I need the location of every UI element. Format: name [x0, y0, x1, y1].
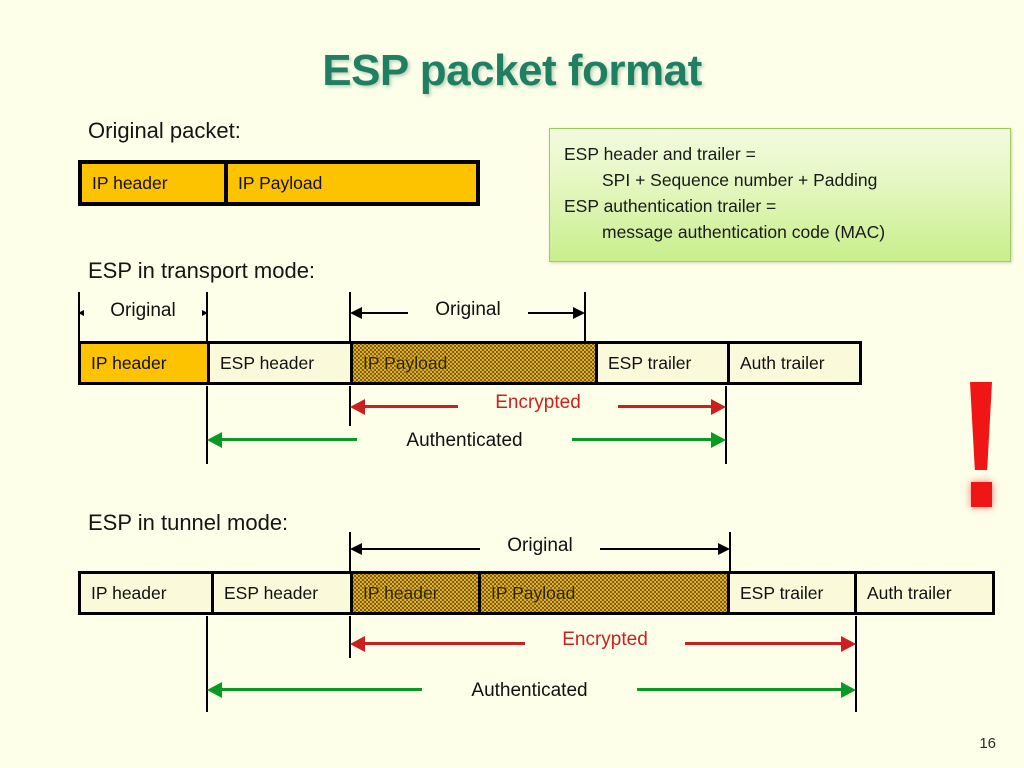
tunnel-seg-auth-trailer-label: Auth trailer — [867, 582, 952, 603]
tunnel-span-encrypted: Encrypted — [350, 629, 856, 656]
tunnel-seg-auth-trailer: Auth trailer — [857, 574, 992, 612]
tunnel-mode-caption: ESP in tunnel mode: — [88, 510, 289, 535]
original-seg-ip-header: IP header — [82, 164, 228, 202]
arrow-head-right-icon — [841, 636, 856, 652]
page-number: 16 — [979, 735, 996, 752]
original-packet-bar: IP header IP Payload — [78, 160, 480, 206]
transport-span-original-outer: Original — [78, 300, 208, 324]
original-seg-ip-payload: IP Payload — [228, 164, 476, 202]
transport-mode-caption: ESP in transport mode: — [88, 258, 316, 283]
transport-seg-esp-trailer-label: ESP trailer — [608, 352, 692, 373]
transport-seg-auth-trailer-label: Auth trailer — [740, 352, 825, 373]
transport-seg-ip-payload: IP Payload — [353, 344, 598, 382]
transport-seg-esp-header-label: ESP header — [220, 352, 315, 373]
transport-seg-auth-trailer: Auth trailer — [730, 344, 859, 382]
original-packet-caption: Original packet: — [88, 118, 241, 143]
tunnel-seg-esp-trailer: ESP trailer — [730, 574, 857, 612]
tunnel-seg-outer-ip-header: IP header — [81, 574, 214, 612]
arrow-head-right-icon — [841, 682, 856, 698]
exclamation-stem — [970, 382, 992, 470]
transport-span-encrypted-label: Encrypted — [458, 392, 618, 414]
transport-seg-ip-payload-label: IP Payload — [363, 352, 448, 373]
transport-tick-e — [206, 386, 208, 464]
tunnel-seg-esp-header-label: ESP header — [224, 582, 319, 603]
transport-seg-esp-header: ESP header — [210, 344, 353, 382]
legend-line-1: ESP header and trailer = — [564, 144, 756, 164]
tunnel-seg-esp-header: ESP header — [214, 574, 353, 612]
transport-span-encrypted: Encrypted — [350, 392, 726, 419]
page-title: ESP packet format — [322, 46, 702, 95]
tunnel-span-authenticated-label: Authenticated — [422, 680, 637, 702]
tunnel-seg-inner-ip-header-label: IP header — [363, 582, 439, 603]
tunnel-seg-inner-ip-header: IP header — [353, 574, 481, 612]
original-seg-ip-payload-label: IP Payload — [238, 172, 323, 193]
tunnel-span-encrypted-label: Encrypted — [525, 629, 685, 651]
original-seg-ip-header-label: IP header — [92, 172, 168, 193]
legend-line-2: SPI + Sequence number + Padding — [602, 170, 878, 190]
arrow-head-right-icon — [573, 307, 585, 319]
tunnel-packet-bar: IP header ESP header IP header IP Payloa… — [78, 571, 995, 615]
arrow-head-right-icon — [718, 543, 730, 555]
transport-span-authenticated-label: Authenticated — [357, 430, 572, 452]
exclamation-mark-icon — [962, 382, 1002, 512]
tunnel-span-original-label: Original — [480, 535, 600, 557]
transport-span-original-payload-label: Original — [408, 299, 528, 321]
transport-span-authenticated: Authenticated — [207, 428, 726, 452]
exclamation-dot — [971, 482, 992, 507]
tunnel-span-original: Original — [350, 535, 730, 560]
transport-span-original-payload: Original — [350, 299, 585, 324]
arrow-head-right-icon — [711, 432, 726, 448]
tunnel-span-authenticated: Authenticated — [207, 678, 856, 702]
legend-box: ESP header and trailer = SPI + Sequence … — [549, 128, 1011, 262]
transport-seg-ip-header: IP header — [81, 344, 210, 382]
legend-line-3: ESP authentication trailer = — [564, 196, 777, 216]
tunnel-seg-esp-trailer-label: ESP trailer — [740, 582, 824, 603]
arrow-head-right-icon — [711, 399, 726, 415]
transport-seg-ip-header-label: IP header — [91, 352, 167, 373]
transport-span-original-outer-label: Original — [84, 300, 202, 322]
transport-seg-esp-trailer: ESP trailer — [598, 344, 730, 382]
tunnel-seg-outer-ip-header-label: IP header — [91, 582, 167, 603]
transport-packet-bar: IP header ESP header IP Payload ESP trai… — [78, 341, 862, 385]
tunnel-seg-ip-payload: IP Payload — [481, 574, 730, 612]
tunnel-seg-ip-payload-label: IP Payload — [491, 582, 576, 603]
legend-line-4: message authentication code (MAC) — [602, 222, 886, 242]
